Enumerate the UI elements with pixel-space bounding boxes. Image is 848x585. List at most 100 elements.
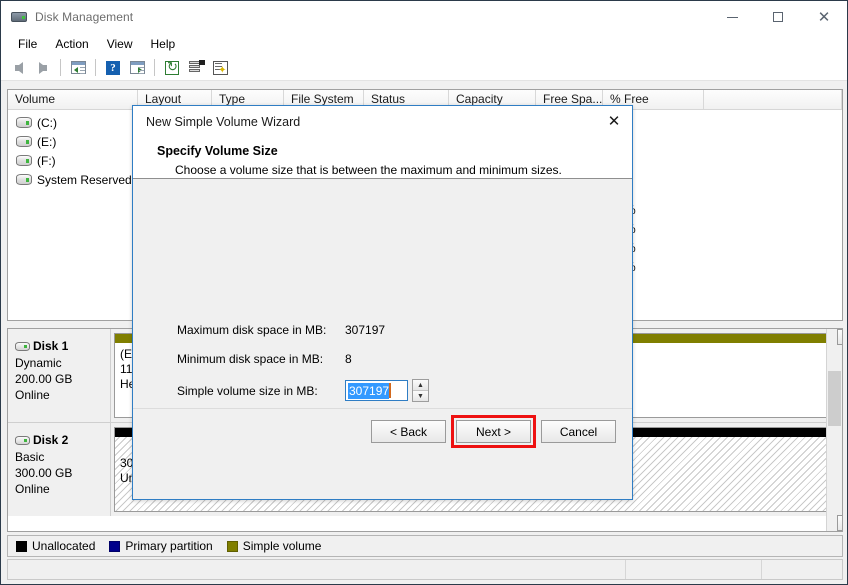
- close-icon: ✕: [818, 10, 831, 25]
- toolbar-separator: [60, 59, 61, 76]
- rescan-disks-button[interactable]: ✦: [208, 57, 232, 79]
- volume-icon: [16, 155, 32, 166]
- legend-item-unallocated: Unallocated: [16, 539, 95, 553]
- legend-label-simple-volume: Simple volume: [243, 539, 322, 553]
- status-segment-tertiary: [762, 560, 842, 579]
- cancel-button[interactable]: Cancel: [541, 420, 616, 443]
- legend-item-simple-volume: Simple volume: [227, 539, 322, 553]
- maximize-button[interactable]: [755, 1, 801, 33]
- legend-swatch-primary-partition: [109, 541, 120, 552]
- next-button[interactable]: Next >: [456, 420, 531, 443]
- volume-label: System Reserved: [37, 173, 132, 187]
- back-button-dialog[interactable]: < Back: [371, 420, 446, 443]
- simple-volume-size-input[interactable]: 307197: [345, 380, 408, 401]
- disk-2-info[interactable]: Disk 2 Basic 300.00 GB Online: [8, 423, 111, 516]
- show-hide-console-tree-button[interactable]: [66, 57, 90, 79]
- volume-icon: [16, 136, 32, 147]
- all-tasks-icon: [189, 61, 204, 74]
- spinner-down-button[interactable]: ▼: [413, 391, 428, 401]
- volume-label: (F:): [37, 154, 56, 168]
- disk-2-type: Basic: [15, 449, 110, 465]
- disk-1-type: Dynamic: [15, 355, 110, 371]
- disk-2-name: Disk 2: [33, 433, 68, 447]
- menu-item-action[interactable]: Action: [46, 34, 97, 54]
- text-caret: [389, 383, 391, 398]
- maximum-disk-space-row: Maximum disk space in MB: 307197: [177, 323, 507, 337]
- maximum-disk-space-value: 307197: [345, 323, 385, 337]
- status-bar: [7, 559, 843, 580]
- legend-item-primary-partition: Primary partition: [109, 539, 212, 553]
- back-arrow-icon: [15, 62, 23, 74]
- status-segment-secondary: [626, 560, 762, 579]
- column-header-volume[interactable]: Volume: [8, 90, 138, 109]
- window-controls: ✕: [709, 1, 847, 33]
- show-hide-action-pane-button[interactable]: [125, 57, 149, 79]
- legend-swatch-unallocated: [16, 541, 27, 552]
- new-simple-volume-wizard-dialog: New Simple Volume Wizard ✕ Specify Volum…: [132, 105, 633, 500]
- toolbar-separator: [95, 59, 96, 76]
- disk-icon: [15, 342, 30, 351]
- minimum-disk-space-value: 8: [345, 352, 352, 366]
- dialog-subheading: Choose a volume size that is between the…: [175, 163, 562, 177]
- rescan-disks-icon: ✦: [213, 61, 228, 75]
- maximize-icon: [773, 12, 783, 22]
- disk-1-status: Online: [15, 387, 110, 403]
- disk-2-name-row: Disk 2: [15, 433, 110, 447]
- disk-1-name-row: Disk 1: [15, 339, 110, 353]
- spinner-buttons[interactable]: ▲ ▼: [412, 379, 429, 402]
- legend-bar: Unallocated Primary partition Simple vol…: [7, 535, 843, 557]
- dialog-close-button[interactable]: ✕: [600, 109, 628, 133]
- help-icon: ?: [106, 61, 120, 75]
- back-button[interactable]: [7, 57, 31, 79]
- legend-label-primary-partition: Primary partition: [125, 539, 212, 553]
- simple-volume-size-label: Simple volume size in MB:: [177, 384, 345, 398]
- forward-arrow-icon: [39, 62, 47, 74]
- simple-volume-size-value: 307197: [348, 383, 389, 399]
- menu-item-file[interactable]: File: [9, 34, 46, 54]
- disk-pane-scrollbar[interactable]: ∧ ∨: [826, 329, 842, 531]
- dialog-heading: Specify Volume Size: [157, 144, 278, 158]
- dialog-footer: < Back Next > Cancel: [133, 408, 632, 454]
- refresh-icon: [165, 61, 179, 75]
- disk-icon: [15, 436, 30, 445]
- disk-1-capacity: 200.00 GB: [15, 371, 110, 387]
- help-button[interactable]: ?: [101, 57, 125, 79]
- volume-icon: [16, 117, 32, 128]
- volume-label: (C:): [37, 116, 57, 130]
- volume-icon: [16, 174, 32, 185]
- volume-label: (E:): [37, 135, 56, 149]
- window-title: Disk Management: [35, 10, 133, 24]
- spinner-up-button[interactable]: ▲: [413, 380, 428, 391]
- scroll-up-button[interactable]: ∧: [837, 329, 843, 345]
- scroll-down-button[interactable]: ∨: [837, 515, 843, 531]
- dialog-title: New Simple Volume Wizard: [146, 115, 300, 129]
- simple-volume-size-stepper[interactable]: 307197 ▲ ▼: [345, 379, 429, 402]
- minimum-disk-space-label: Minimum disk space in MB:: [177, 352, 345, 366]
- close-window-button[interactable]: ✕: [801, 1, 847, 33]
- toolbar-separator: [154, 59, 155, 76]
- forward-button[interactable]: [31, 57, 55, 79]
- refresh-button[interactable]: [160, 57, 184, 79]
- dialog-body: Maximum disk space in MB: 307197 Minimum…: [133, 179, 632, 454]
- toolbar: ? ✦: [1, 55, 847, 81]
- menu-item-view[interactable]: View: [98, 34, 142, 54]
- disk-drive-icon: [11, 9, 27, 25]
- menu-item-help[interactable]: Help: [142, 34, 185, 54]
- minimize-icon: [727, 17, 738, 18]
- show-hide-console-tree-icon: [71, 61, 86, 74]
- dialog-header: New Simple Volume Wizard ✕ Specify Volum…: [133, 106, 632, 179]
- next-button-highlight: Next >: [456, 420, 531, 443]
- menu-bar: File Action View Help: [1, 33, 847, 55]
- minimum-disk-space-row: Minimum disk space in MB: 8: [177, 352, 507, 366]
- column-header-blank[interactable]: [704, 90, 842, 109]
- disk-2-capacity: 300.00 GB: [15, 465, 110, 481]
- minimize-button[interactable]: [709, 1, 755, 33]
- disk-management-window: Disk Management ✕ File Action View Help …: [0, 0, 848, 585]
- status-segment-main: [8, 560, 626, 579]
- show-hide-action-pane-icon: [130, 61, 145, 74]
- all-tasks-button[interactable]: [184, 57, 208, 79]
- window-titlebar: Disk Management ✕: [1, 1, 847, 33]
- disk-2-status: Online: [15, 481, 110, 497]
- disk-1-info[interactable]: Disk 1 Dynamic 200.00 GB Online: [8, 329, 111, 422]
- scrollbar-thumb[interactable]: [828, 371, 841, 426]
